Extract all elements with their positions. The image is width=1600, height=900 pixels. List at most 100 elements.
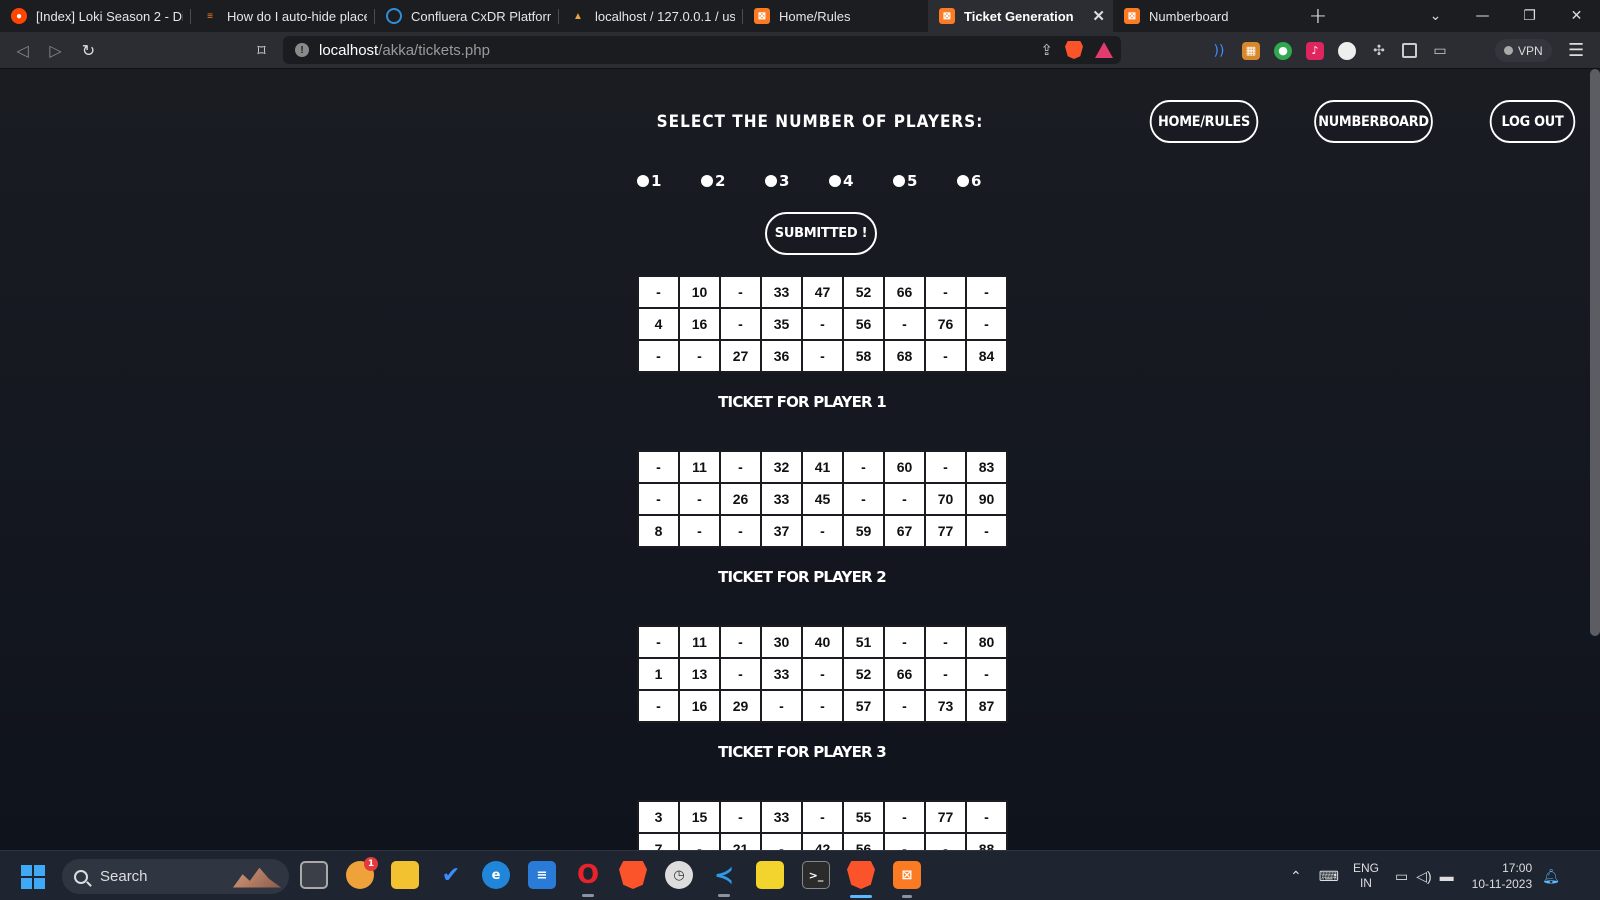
ticket-row: - -27 36-58 68-84 <box>637 339 1008 373</box>
brave-rewards-icon[interactable]: 1 <box>1095 42 1113 58</box>
tray-overflow-icon[interactable]: ⌃ <box>1290 868 1302 885</box>
network-icon[interactable]: ▭ <box>1395 868 1408 885</box>
radio-dot[interactable] <box>829 175 841 187</box>
battery-icon[interactable]: ▬ <box>1440 868 1454 884</box>
chat-icon[interactable]: 1 <box>346 857 378 889</box>
sidebar-toggle-icon[interactable] <box>1402 43 1417 58</box>
edge-icon[interactable]: e <box>482 861 510 889</box>
xampp-taskbar-icon[interactable]: ⊠ <box>893 861 921 889</box>
menu-icon[interactable]: ☰ <box>1568 40 1584 61</box>
url-path: /akka/tickets.php <box>378 41 490 59</box>
sticky-notes-icon[interactable] <box>756 861 784 889</box>
radio-dot[interactable] <box>765 175 777 187</box>
tab-numberboard[interactable]: ⊠ Numberboard <box>1113 0 1298 32</box>
back-icon[interactable]: ◁ <box>6 34 39 67</box>
ticket-row: 8- -37-59 67 77- <box>637 514 1008 548</box>
ticket-cell: 58 <box>842 339 885 373</box>
keyboard-icon[interactable]: ⌨ <box>1319 868 1339 885</box>
search-icon <box>74 869 88 884</box>
terminal-icon[interactable]: >_ <box>802 861 830 889</box>
minimize-icon[interactable]: — <box>1459 0 1506 32</box>
reload-icon[interactable]: ↻ <box>72 34 105 67</box>
volume-icon[interactable]: ◁) <box>1416 868 1431 885</box>
numberboard-button[interactable]: NUMBERBOARD <box>1314 100 1433 143</box>
player-radio-1[interactable]: 1 <box>637 172 661 190</box>
ticket-cell: 70 <box>924 482 967 516</box>
player-radio-2[interactable]: 2 <box>701 172 725 190</box>
clock-icon[interactable]: ◷ <box>665 861 693 889</box>
home-rules-button[interactable]: HOME/RULES <box>1149 100 1259 143</box>
xampp-icon: ⊠ <box>939 8 955 24</box>
ticket-cell: - <box>637 339 680 373</box>
address-bar[interactable]: ! localhost/akka/tickets.php ⇪ 1 <box>283 36 1121 64</box>
radio-dot[interactable] <box>637 175 649 187</box>
ticket-row: -11-32 41-60-83 <box>637 450 1008 484</box>
notepad-icon[interactable]: ≡ <box>528 861 556 889</box>
scrollbar-thumb[interactable] <box>1590 69 1600 636</box>
radio-label: 1 <box>651 172 662 190</box>
radio-dot[interactable] <box>701 175 713 187</box>
extension-orange-icon[interactable]: ▦ <box>1242 41 1260 60</box>
read-aloud-icon[interactable]: )) <box>1210 42 1228 60</box>
forward-icon[interactable]: ▷ <box>39 34 72 67</box>
ticket-cell: 3 <box>637 800 680 834</box>
player-radio-6[interactable]: 6 <box>957 172 981 190</box>
clock-date: 10-11-2023 <box>1471 877 1533 891</box>
clock[interactable]: 17:00 10-11-2023 <box>1472 860 1533 892</box>
extension-green-icon[interactable]: ● <box>1274 41 1292 60</box>
player-radio-5[interactable]: 5 <box>893 172 917 190</box>
profile-avatar-icon[interactable] <box>1338 41 1356 60</box>
ticket-cell: 66 <box>883 275 926 309</box>
brave-shields-icon[interactable] <box>1065 41 1083 59</box>
radio-dot[interactable] <box>957 175 969 187</box>
new-tab-button[interactable]: + <box>1298 4 1338 29</box>
todo-icon[interactable]: ✔ <box>437 861 465 889</box>
notifications-bell-icon[interactable]: 🔔︎ <box>1542 868 1560 885</box>
notification-badge: 1 <box>364 857 378 871</box>
file-explorer-icon[interactable] <box>391 861 419 889</box>
close-tab-icon[interactable]: ✕ <box>1084 7 1105 25</box>
tab-phpmyadmin[interactable]: ▲ localhost / 127.0.0.1 / users <box>559 0 743 32</box>
tab-confluera[interactable]: Confluera CxDR Platform <box>375 0 559 32</box>
brave-active-icon[interactable] <box>847 861 875 889</box>
radio-dot[interactable] <box>893 175 905 187</box>
vpn-button[interactable]: VPN <box>1495 39 1552 62</box>
logout-button[interactable]: LOG OUT <box>1489 100 1576 143</box>
tab-home-rules[interactable]: ⊠ Home/Rules <box>743 0 928 32</box>
ticket-cell: - <box>719 800 762 834</box>
ticket-cell: - <box>842 482 885 516</box>
restore-icon[interactable]: ❐ <box>1506 0 1553 32</box>
taskbar-search-box[interactable]: Search <box>62 859 289 894</box>
ticket-cell: 33 <box>760 800 803 834</box>
player-radio-4[interactable]: 4 <box>829 172 853 190</box>
site-info-icon[interactable]: ! <box>295 43 309 57</box>
tab-ticket-generation[interactable]: ⊠ Ticket Generation ✕ <box>928 0 1113 32</box>
tab-search-icon[interactable]: ⌄ <box>1412 0 1459 32</box>
microphone-icon[interactable]: ♪ <box>1306 41 1324 60</box>
close-window-icon[interactable]: ✕ <box>1553 0 1600 32</box>
clock-time: 17:00 <box>1502 861 1533 875</box>
language-indicator[interactable]: ENG IN <box>1353 861 1379 891</box>
radio-label: 6 <box>971 172 982 190</box>
ticket-cell: 16 <box>678 689 721 723</box>
tab-reddit[interactable]: ● [Index] Loki Season 2 - Disc <box>0 0 191 32</box>
player-radio-3[interactable]: 3 <box>765 172 789 190</box>
windows-start-icon[interactable] <box>21 865 45 889</box>
ticket-cell: - <box>719 514 762 548</box>
opera-icon[interactable]: O <box>574 860 602 897</box>
ticket-cell: - <box>637 625 680 659</box>
share-icon[interactable]: ⇪ <box>1040 41 1053 59</box>
extensions-puzzle-icon[interactable]: ✣ <box>1370 42 1388 60</box>
ticket-cell: 83 <box>965 450 1008 484</box>
submit-button[interactable]: SUBMITTED ! <box>765 212 877 255</box>
bookmark-icon[interactable]: ⌑ <box>245 34 278 67</box>
browser-toolbar: ◁ ▷ ↻ ⌑ ! localhost/akka/tickets.php ⇪ 1… <box>0 32 1600 69</box>
ticket-cell: - <box>801 657 844 691</box>
brave-icon[interactable] <box>619 861 647 889</box>
wallet-icon[interactable]: ▭ <box>1431 42 1449 60</box>
confluera-icon <box>386 8 402 24</box>
ticket-cell: 47 <box>801 275 844 309</box>
vscode-icon[interactable]: ≺ <box>710 861 738 897</box>
task-view-icon[interactable] <box>300 861 328 889</box>
tab-stackoverflow[interactable]: ≡ How do I auto-hide placeho <box>191 0 375 32</box>
